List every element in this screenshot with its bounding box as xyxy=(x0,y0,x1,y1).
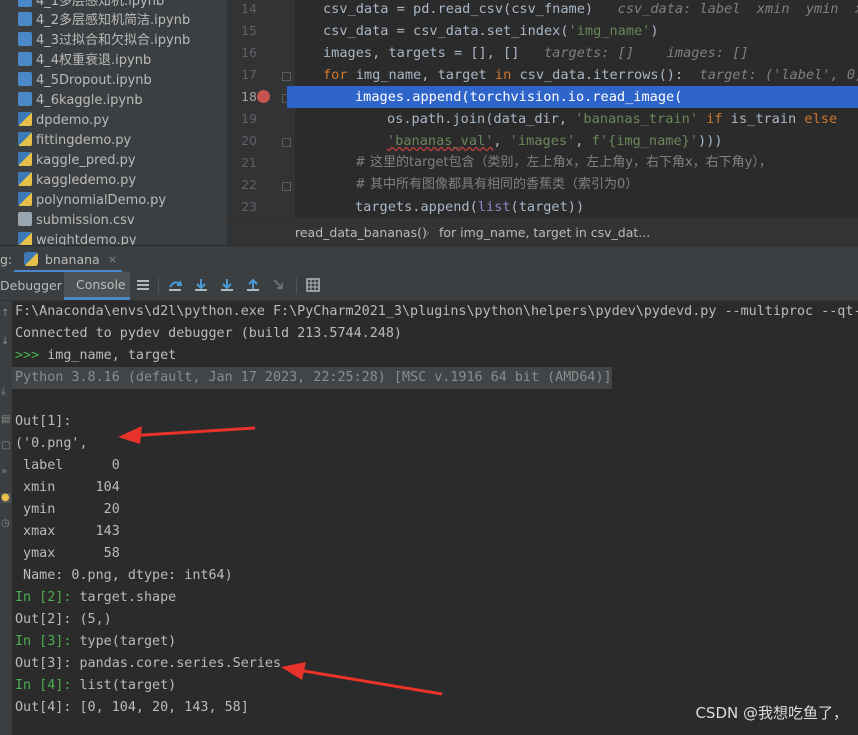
watermark: CSDN @我想吃鱼了， xyxy=(695,704,848,722)
annotation-arrow xyxy=(118,426,256,444)
annotation-arrow xyxy=(281,662,443,696)
annotation-arrows xyxy=(118,426,443,696)
